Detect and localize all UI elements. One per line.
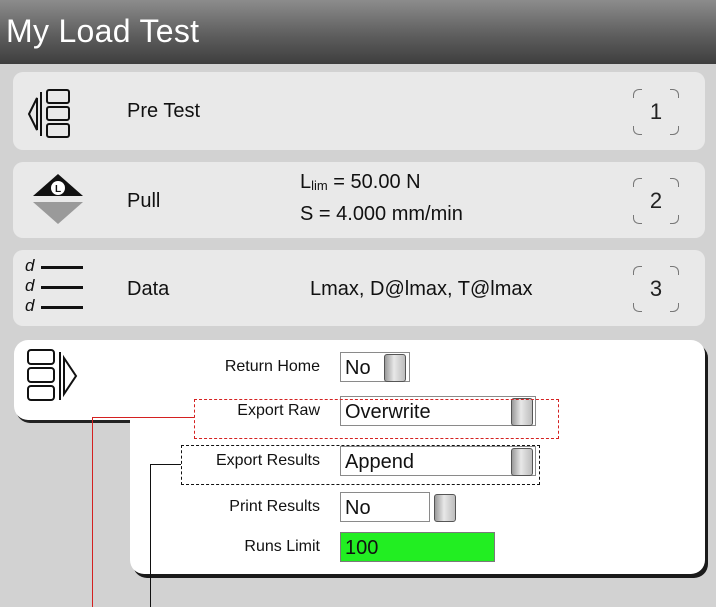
post-test-icon — [27, 349, 78, 401]
print-results-field[interactable]: No — [340, 492, 430, 522]
step-number-1: 1 — [633, 89, 679, 135]
speed-text: S = 4.000 mm/min — [300, 203, 463, 225]
title-bar: My Load Test — [0, 0, 716, 64]
step-pull[interactable]: L Pull Llim = 50.00 N S = 4.000 mm/min 2 — [13, 162, 705, 238]
export-results-highlight — [181, 445, 540, 485]
return-home-label: Return Home — [224, 358, 320, 375]
step-pre-test[interactable]: Pre Test 1 — [13, 72, 705, 150]
step-label-pull: Pull — [127, 190, 161, 212]
export-raw-highlight — [194, 399, 559, 439]
print-results-label: Print Results — [229, 498, 320, 515]
page-title: My Load Test — [6, 13, 200, 49]
runs-limit-label: Runs Limit — [244, 538, 320, 555]
step-label-data: Data — [127, 278, 170, 300]
step-number-text: 1 — [649, 99, 663, 124]
runs-limit-input[interactable]: 100 — [340, 532, 495, 562]
step-number-text: 2 — [649, 188, 663, 213]
step-label-pre-test: Pre Test — [127, 100, 200, 122]
pull-icon: L — [33, 174, 83, 224]
load-limit-text: Llim = 50.00 N — [300, 171, 421, 193]
pre-test-icon — [27, 89, 70, 138]
app-window: My Load Test Pre Test 1 L Pull Llim = 50… — [0, 0, 716, 607]
print-results-row: Print Results No — [130, 492, 705, 522]
pull-parameters: Llim = 50.00 N S = 4.000 mm/min — [300, 168, 463, 229]
return-home-row: Return Home No — [130, 352, 705, 382]
return-home-toggle[interactable] — [384, 354, 406, 382]
step-number-2: 2 — [633, 178, 679, 224]
export-results-leader-v — [150, 464, 151, 607]
step-data[interactable]: d d d Data Lmax, D@lmax, T@lmax 3 — [13, 250, 705, 326]
data-icon: d d d — [25, 256, 95, 320]
export-raw-leader-v — [92, 417, 93, 607]
runs-limit-row: Runs Limit 100 — [130, 532, 705, 562]
step-number-text: 3 — [649, 276, 663, 301]
data-summary: Lmax, D@lmax, T@lmax — [310, 278, 533, 300]
step-number-3: 3 — [633, 266, 679, 312]
export-raw-leader-h — [92, 417, 194, 418]
svg-text:L: L — [55, 184, 61, 195]
export-results-leader-h — [150, 464, 181, 465]
print-results-toggle[interactable] — [434, 494, 456, 522]
